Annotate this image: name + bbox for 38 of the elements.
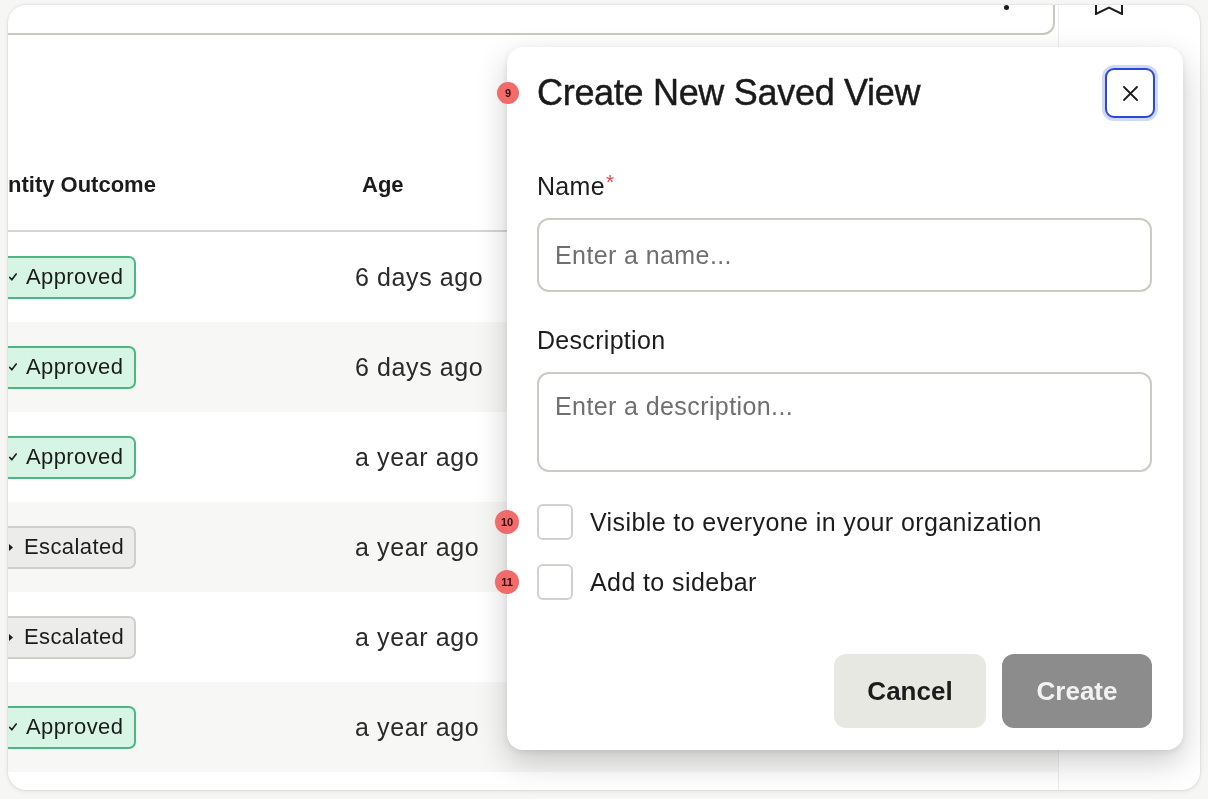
close-button[interactable] <box>1105 68 1155 118</box>
dialog-title: Create New Saved View <box>537 72 921 114</box>
step-marker: 10 <box>495 510 519 534</box>
check-icon <box>9 363 17 371</box>
check-icon <box>9 723 17 731</box>
arrow-icon <box>9 543 13 551</box>
status-label: Approved <box>26 714 124 740</box>
checkbox[interactable] <box>537 504 573 540</box>
cancel-button[interactable]: Cancel <box>834 654 986 728</box>
age-text: 6 days ago <box>355 353 484 381</box>
field-label: Description <box>537 325 666 355</box>
status-label: Escalated <box>24 534 125 560</box>
column-header: Age <box>362 173 404 197</box>
checkbox-label: Add to sidebar <box>590 567 757 597</box>
field-label: Name <box>537 171 605 201</box>
arrow-icon <box>9 633 13 641</box>
check-icon <box>9 453 17 461</box>
status-label: Approved <box>26 264 124 290</box>
age-text: a year ago <box>355 443 480 471</box>
status-label: Approved <box>26 444 124 470</box>
step-marker: 9 <box>497 82 519 104</box>
close-icon <box>1122 85 1138 101</box>
status-label: Escalated <box>24 624 125 650</box>
checkbox-label: Visible to everyone in your organization <box>590 507 1042 537</box>
age-text: 6 days ago <box>355 263 484 291</box>
age-text: a year ago <box>355 623 480 651</box>
bookmark-icon[interactable] <box>1094 5 1124 15</box>
input-field[interactable]: Enter a name... <box>537 218 1152 292</box>
step-marker: 11 <box>495 570 519 594</box>
text-area[interactable]: Enter a description... <box>537 372 1152 472</box>
required-mark: * <box>605 171 615 193</box>
age-text: a year ago <box>355 533 480 561</box>
age-text: a year ago <box>355 713 480 741</box>
status-label: Approved <box>26 354 124 380</box>
check-icon <box>9 273 17 281</box>
column-header: ntity Outcome <box>8 173 156 197</box>
dot-icon <box>1004 5 1009 10</box>
checkbox[interactable] <box>537 564 573 600</box>
